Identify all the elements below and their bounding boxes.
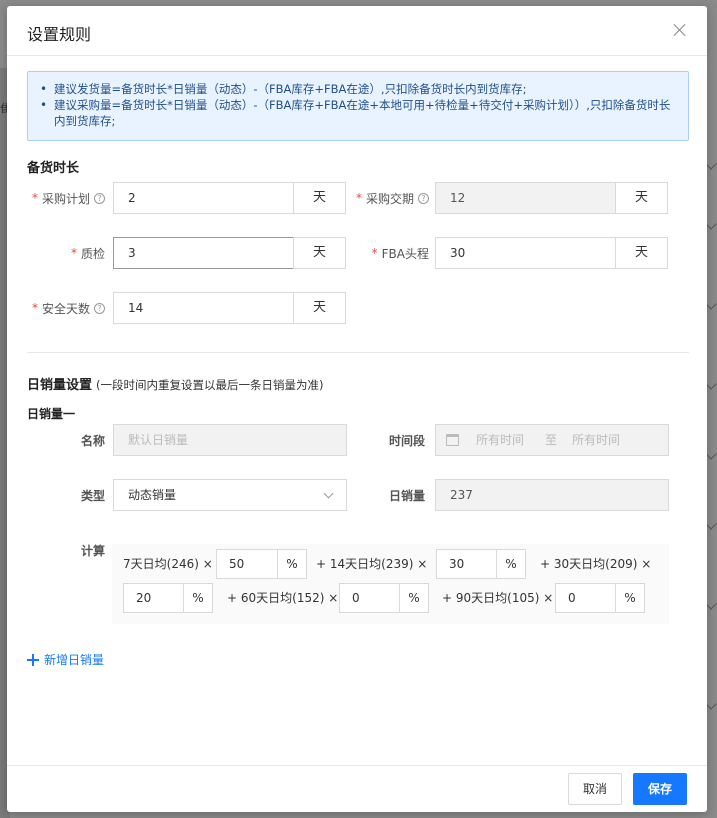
calc-term-60d: + 60天日均(152) × — [227, 591, 339, 605]
percent-addon: % — [277, 549, 307, 579]
sales-section-title: 日销量设置 (一段时间内重复设置以最后一条日销量为准) — [27, 374, 324, 393]
label-text: 采购交期 — [365, 191, 414, 206]
info-text: 建议发货量=备货时长*日销量（动态）-（FBA库存+FBA在途）,只扣除备货时长… — [54, 82, 527, 96]
period-label: 时间段 — [388, 433, 425, 448]
required-mark: * — [31, 191, 38, 205]
safety-days-label: * 安全天数 ? — [17, 292, 105, 324]
cancel-button[interactable]: 取消 — [568, 773, 622, 805]
label-text: 安全天数 — [41, 301, 90, 316]
unit-addon: 天 — [293, 182, 346, 214]
fba-leg-input[interactable]: 30 — [435, 237, 617, 269]
bullet: • — [40, 82, 48, 96]
chevron-down-icon — [705, 378, 717, 390]
qc-label: * 质检 — [17, 237, 105, 269]
percent-addon: % — [183, 583, 213, 613]
info-line: • 建议采购量=备货时长*日销量（动态）-（FBA库存+FBA在途+本地可用+待… — [40, 97, 676, 129]
chevron-down-icon — [705, 298, 717, 310]
required-mark: * — [70, 246, 77, 260]
weight-7d-input[interactable]: 50 — [216, 549, 278, 579]
settings-rule-modal: 设置规则 • 建议发货量=备货时长*日销量（动态）-（FBA库存+FBA在途）,… — [7, 6, 707, 812]
label-text: 采购计划 — [41, 191, 90, 206]
save-button[interactable]: 保存 — [633, 773, 687, 805]
calendar-icon — [446, 434, 459, 446]
info-line: • 建议发货量=备货时长*日销量（动态）-（FBA库存+FBA在途）,只扣除备货… — [40, 81, 676, 97]
calc-term-14d: + 14天日均(239) × — [316, 557, 428, 571]
chevron-down-icon — [705, 698, 717, 710]
daily-sales-label: 日销量 — [388, 488, 425, 503]
period-separator: 至 — [545, 433, 558, 447]
daily-sales-group-title: 日销量一 — [27, 407, 76, 421]
purchase-lead-input: 12 — [435, 182, 617, 214]
weight-30d-input[interactable]: 20 — [123, 583, 185, 613]
chevron-down-icon — [705, 448, 717, 460]
purchase-plan-input[interactable]: 2 — [113, 182, 295, 214]
section-divider — [27, 352, 689, 353]
label-text: 质检 — [80, 246, 105, 261]
sales-title: 日销量设置 — [27, 378, 93, 393]
unit-addon: 天 — [615, 182, 668, 214]
calc-term-7d: 7天日均(246) × — [123, 557, 213, 571]
chevron-down-icon — [705, 158, 717, 170]
plus-icon — [27, 653, 39, 666]
name-input: 默认日销量 — [113, 424, 347, 456]
info-alert: • 建议发货量=备货时长*日销量（动态）-（FBA库存+FBA在途）,只扣除备货… — [27, 71, 689, 141]
qc-input[interactable]: 3 — [113, 237, 295, 269]
percent-addon: % — [615, 583, 645, 613]
add-daily-sales-label: 新增日销量 — [44, 653, 105, 667]
sales-note: (一段时间内重复设置以最后一条日销量为准) — [96, 378, 324, 392]
fba-leg-label: * FBA头程 — [341, 237, 429, 269]
add-daily-sales-button[interactable]: 新增日销量 — [27, 651, 104, 668]
weight-60d-input[interactable]: 0 — [339, 583, 401, 613]
unit-addon: 天 — [293, 237, 346, 269]
required-mark: * — [371, 246, 378, 260]
info-text: 建议采购量=备货时长*日销量（动态）-（FBA库存+FBA在途+本地可用+待检量… — [54, 98, 671, 128]
chevron-down-icon — [705, 218, 717, 230]
daily-sales-input: 237 — [435, 479, 669, 511]
modal-title: 设置规则 — [27, 25, 92, 44]
period-start: 所有时间 — [476, 433, 525, 447]
name-label: 名称 — [80, 433, 105, 448]
help-icon[interactable]: ? — [94, 302, 105, 314]
purchase-plan-label: * 采购计划 ? — [17, 182, 105, 214]
purchase-lead-label: * 采购交期 ? — [341, 182, 429, 214]
safety-days-input[interactable]: 14 — [113, 292, 295, 324]
calc-label: 计算 — [80, 543, 105, 558]
type-select-value: 动态销量 — [128, 488, 177, 502]
required-mark: * — [31, 301, 38, 315]
bullet: • — [40, 98, 48, 112]
chevron-down-icon — [705, 518, 717, 530]
modal-header: 设置规则 — [7, 6, 707, 56]
percent-addon: % — [496, 549, 526, 579]
help-icon[interactable]: ? — [418, 192, 429, 204]
modal-footer: 取消 保存 — [7, 765, 707, 812]
weight-90d-input[interactable]: 0 — [555, 583, 617, 613]
type-label: 类型 — [80, 488, 105, 503]
type-select[interactable]: 动态销量 — [113, 479, 347, 511]
calc-term-30d: + 30天日均(209) × — [540, 557, 652, 571]
calc-term-90d: + 90天日均(105) × — [442, 591, 554, 605]
label-text: FBA头程 — [381, 246, 429, 261]
required-mark: * — [355, 191, 362, 205]
period-end: 所有时间 — [572, 433, 621, 447]
unit-addon: 天 — [293, 292, 346, 324]
close-icon[interactable] — [671, 21, 689, 39]
percent-addon: % — [399, 583, 429, 613]
weight-14d-input[interactable]: 30 — [436, 549, 498, 579]
chevron-down-icon — [323, 488, 334, 499]
unit-addon: 天 — [615, 237, 668, 269]
stock-section-title: 备货时长 — [27, 161, 80, 176]
help-icon[interactable]: ? — [94, 192, 105, 204]
period-range-picker: 所有时间 至 所有时间 — [435, 424, 669, 456]
chevron-down-icon — [705, 598, 717, 610]
